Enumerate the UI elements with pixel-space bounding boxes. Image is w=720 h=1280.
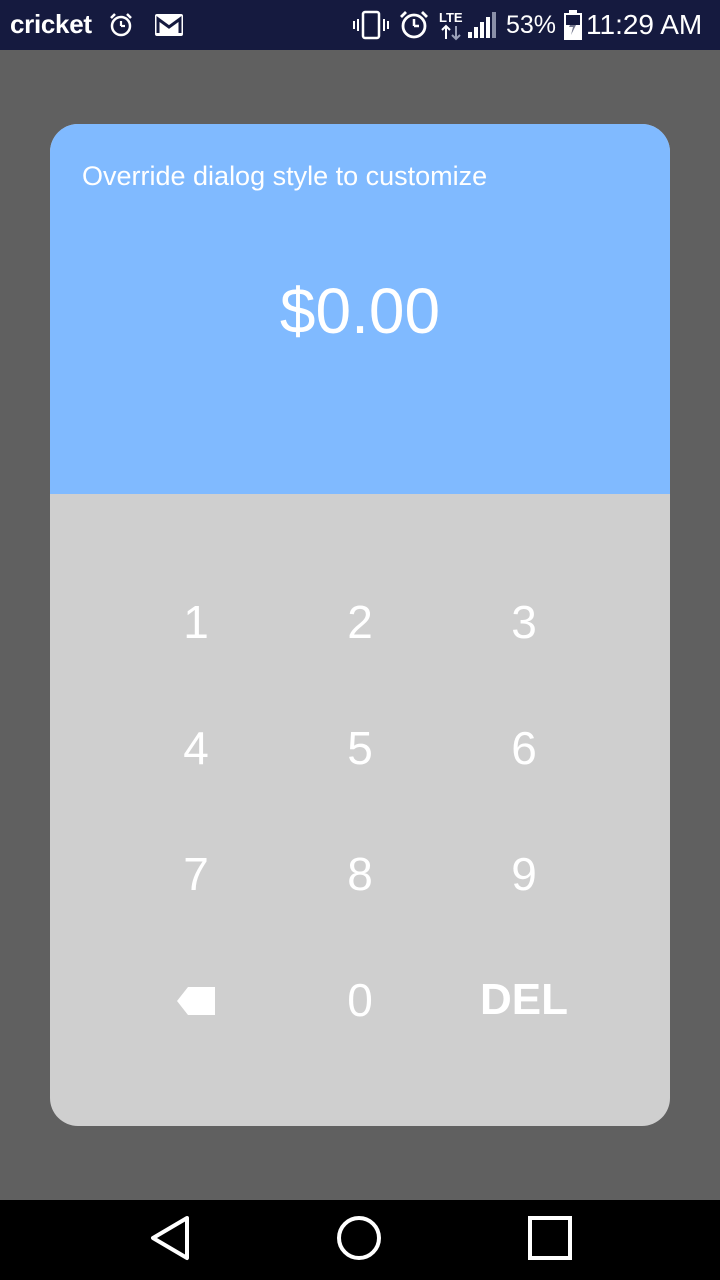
signal-icon: [467, 0, 497, 50]
alarm-icon: [108, 0, 134, 50]
key-2[interactable]: 2: [290, 572, 430, 672]
svg-text:LTE: LTE: [439, 10, 463, 25]
lte-icon: LTE: [438, 0, 466, 50]
recents-icon: [528, 1215, 572, 1265]
gmail-icon: [154, 0, 184, 50]
delete-button[interactable]: DEL: [454, 950, 594, 1050]
amount-dialog: Override dialog style to customize $0.00…: [50, 124, 670, 1126]
home-icon: [336, 1215, 382, 1266]
carrier-name: cricket: [10, 9, 92, 39]
key-9[interactable]: 9: [454, 824, 594, 924]
backspace-icon: [176, 973, 216, 1027]
navigation-bar: [0, 1200, 720, 1280]
dialog-header: Override dialog style to customize $0.00: [50, 124, 670, 494]
key-4[interactable]: 4: [126, 698, 266, 798]
amount-display: $0.00: [279, 275, 441, 347]
recents-button[interactable]: [500, 1200, 600, 1280]
status-bar: cricket LTE 53% 11:29 AM: [0, 0, 720, 50]
key-5[interactable]: 5: [290, 698, 430, 798]
dialog-title: Override dialog style to customize: [82, 161, 488, 191]
alarm-icon: [398, 0, 430, 50]
vibrate-icon: [353, 0, 389, 50]
keypad: 1 2 3 4 5 6 7 8 9 0 DEL: [50, 494, 670, 1126]
back-button[interactable]: [120, 1200, 220, 1280]
battery-charging-icon: [563, 0, 583, 50]
key-8[interactable]: 8: [290, 824, 430, 924]
back-icon: [149, 1215, 191, 1266]
battery-percent: 53%: [506, 11, 557, 39]
key-6[interactable]: 6: [454, 698, 594, 798]
clock: 11:29 AM: [586, 9, 703, 40]
key-7[interactable]: 7: [126, 824, 266, 924]
key-0[interactable]: 0: [290, 950, 430, 1050]
key-1[interactable]: 1: [126, 572, 266, 672]
key-3[interactable]: 3: [454, 572, 594, 672]
backspace-button[interactable]: [126, 950, 266, 1050]
home-button[interactable]: [309, 1200, 409, 1280]
